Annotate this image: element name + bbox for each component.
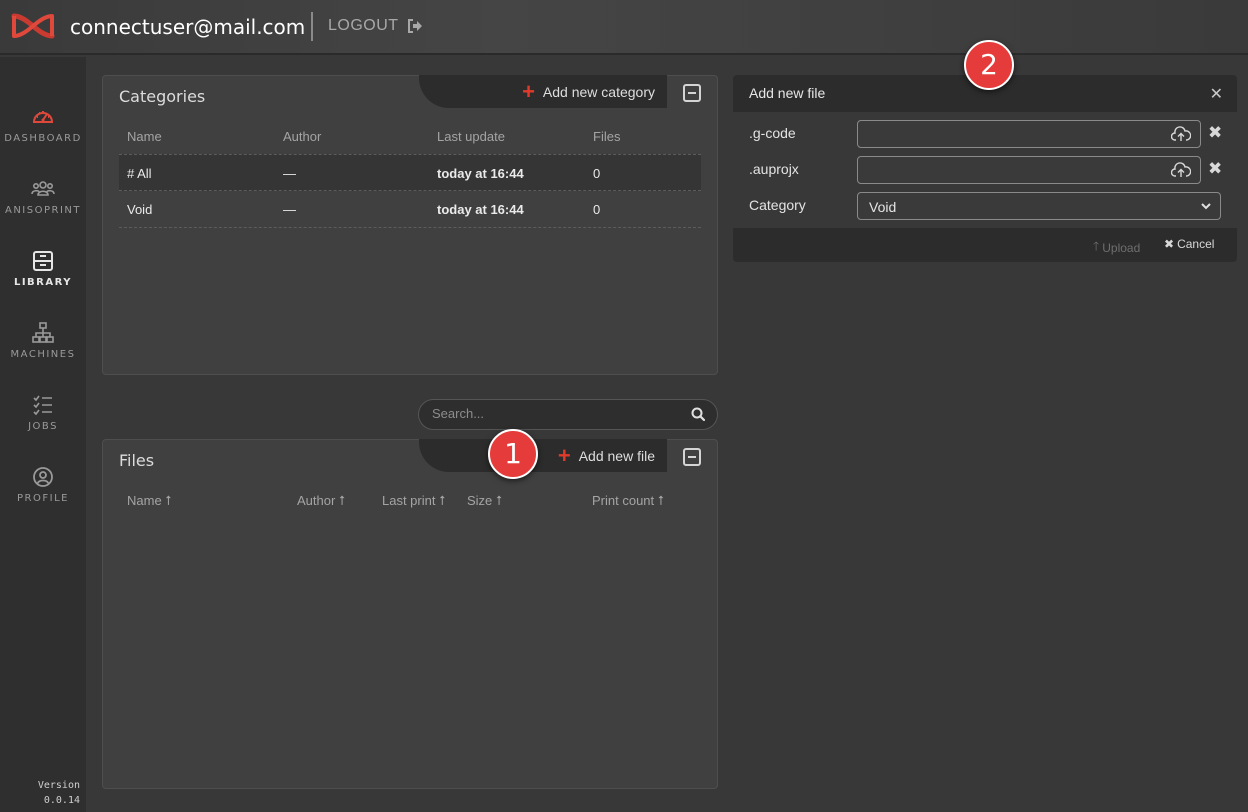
cancel-button[interactable]: ✖ Cancel <box>1164 237 1214 251</box>
sidebar-item-label: PROFILE <box>17 493 69 504</box>
column-header-name[interactable]: Name <box>127 129 162 144</box>
column-header-files[interactable]: Files <box>593 129 620 144</box>
version-label: Version <box>37 780 80 791</box>
column-header-print-count[interactable]: Print count ⭡ <box>592 493 664 509</box>
sidebar-item-label: ANISOPRINT <box>4 205 81 216</box>
plus-icon: + <box>557 442 571 468</box>
sidebar-item-machines[interactable]: MACHINES <box>0 321 86 381</box>
plus-icon: + <box>522 78 535 104</box>
category-select[interactable]: Void <box>857 192 1221 220</box>
column-header-last-update[interactable]: Last update <box>437 129 505 144</box>
cell-files: 0 <box>593 202 601 217</box>
column-header-author[interactable]: Author ⭡ <box>297 493 345 509</box>
anisoprint-logo-icon[interactable] <box>10 10 56 42</box>
sidebar-item-label: LIBRARY <box>13 277 73 288</box>
cell-name: Void <box>127 202 153 217</box>
cell-author: — <box>283 202 296 217</box>
categories-panel: Categories + Add new category Name Autho… <box>102 75 718 375</box>
sidebar-item-jobs[interactable]: JOBS <box>0 393 86 453</box>
upload-label: Upload <box>1102 240 1141 255</box>
cell-files: 0 <box>593 166 601 181</box>
step-badge-1: 1 <box>488 429 538 479</box>
files-title: Files <box>119 451 155 470</box>
collapse-categories-button[interactable] <box>683 84 701 102</box>
sidebar-item-label: JOBS <box>28 421 58 432</box>
add-file-label: Add new file <box>578 447 655 464</box>
category-label: Category <box>749 197 806 213</box>
close-icon: ✖ <box>1164 237 1175 251</box>
auprojx-file-input[interactable] <box>857 156 1201 184</box>
files-panel: Files + Add new file Name ⭡ Author ⭡ Las… <box>102 439 718 789</box>
search-input[interactable] <box>432 406 682 421</box>
user-email: connectuser@mail.com <box>70 15 306 39</box>
add-category-label: Add new category <box>542 83 655 100</box>
column-header-last-print[interactable]: Last print ⭡ <box>382 493 445 509</box>
gcode-file-input[interactable] <box>857 120 1201 148</box>
column-header-name[interactable]: Name ⭡ <box>127 493 171 509</box>
clear-gcode-icon[interactable]: ✖ <box>1208 123 1222 143</box>
close-icon[interactable]: ✕ <box>1210 84 1223 104</box>
logout-label: LOGOUT <box>328 17 399 34</box>
header-divider <box>311 12 313 41</box>
categories-title: Categories <box>119 87 206 106</box>
collapse-files-button[interactable] <box>683 448 701 466</box>
cancel-label: Cancel <box>1177 237 1215 251</box>
cell-last-update: today at 16:44 <box>437 166 524 181</box>
sidebar-item-anisoprint[interactable]: ANISOPRINT <box>0 177 86 237</box>
column-header-size[interactable]: Size ⭡ <box>467 493 502 509</box>
network-icon <box>32 322 54 343</box>
add-file-button[interactable]: + Add new file <box>419 439 667 472</box>
sidebar: DASHBOARD ANISOPRINT LIBRARY MACHINES JO… <box>0 57 86 812</box>
search-box <box>418 399 718 430</box>
dialog-body: .g-code ✖ .auprojx ✖ Category Void <box>733 112 1237 228</box>
speedometer-icon <box>32 111 54 123</box>
checklist-icon <box>33 395 52 416</box>
table-row[interactable]: Void — today at 16:44 0 <box>119 191 701 228</box>
add-category-button[interactable]: + Add new category <box>419 75 667 108</box>
arrow-up-icon: 🡑 <box>1093 239 1100 253</box>
sidebar-item-label: DASHBOARD <box>4 133 82 144</box>
sidebar-item-label: MACHINES <box>10 349 76 360</box>
gcode-label: .g-code <box>749 125 796 141</box>
users-group-icon <box>31 181 55 196</box>
cell-last-update: today at 16:44 <box>437 202 524 217</box>
archive-icon <box>33 251 53 271</box>
logout-button[interactable]: LOGOUT <box>328 17 423 35</box>
version-info: Version 0.0.14 <box>0 778 80 808</box>
category-selected-value: Void <box>869 199 897 215</box>
user-circle-icon <box>33 467 53 487</box>
column-header-author[interactable]: Author <box>283 129 321 144</box>
sidebar-item-library[interactable]: LIBRARY <box>0 249 86 309</box>
sign-out-icon <box>407 19 422 33</box>
dialog-title: Add new file <box>749 85 826 101</box>
step-badge-2: 2 <box>964 40 1014 90</box>
version-number: 0.0.14 <box>43 795 80 806</box>
search-icon[interactable] <box>691 407 705 421</box>
cloud-upload-icon[interactable] <box>1171 126 1191 142</box>
top-bar: connectuser@mail.com LOGOUT <box>0 0 1248 55</box>
cloud-upload-icon[interactable] <box>1171 162 1191 178</box>
table-row[interactable]: # All — today at 16:44 0 <box>119 154 701 191</box>
sidebar-item-dashboard[interactable]: DASHBOARD <box>0 105 86 165</box>
cell-name: # All <box>127 166 152 181</box>
auprojx-label: .auprojx <box>749 161 799 177</box>
chevron-down-icon <box>1201 203 1211 210</box>
cell-author: — <box>283 166 296 181</box>
add-file-dialog: Add new file ✕ .g-code ✖ .auprojx ✖ Cate… <box>733 75 1237 262</box>
sidebar-item-profile[interactable]: PROFILE <box>0 465 86 525</box>
upload-button[interactable]: 🡑 Upload <box>1093 237 1140 258</box>
clear-auprojx-icon[interactable]: ✖ <box>1208 159 1222 179</box>
